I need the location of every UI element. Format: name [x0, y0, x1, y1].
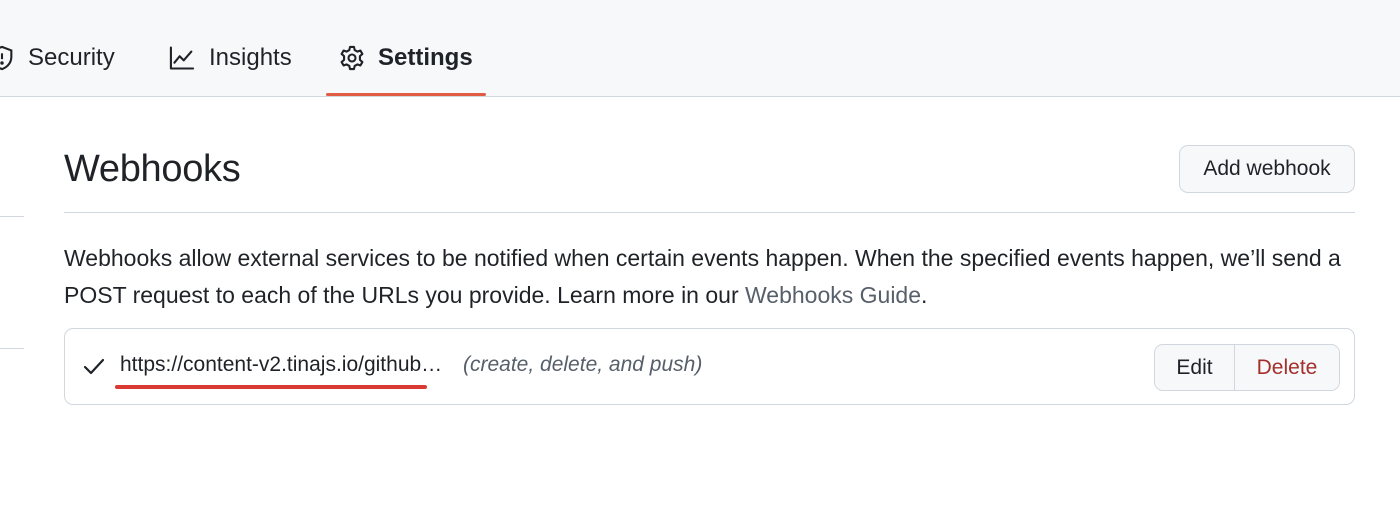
- gear-icon: [338, 44, 366, 72]
- webhook-action-buttons: Edit Delete: [1154, 344, 1340, 391]
- tab-insights-label: Insights: [209, 44, 292, 71]
- webhook-url-link[interactable]: https://content-v2.tinajs.io/github…: [120, 353, 442, 377]
- sidebar-divider: [0, 216, 24, 217]
- tab-security[interactable]: Security: [0, 40, 115, 76]
- active-tab-underline: [326, 93, 486, 96]
- webhook-events: (create, delete, and push): [463, 353, 703, 376]
- graph-icon: [167, 44, 197, 72]
- title-divider: [64, 212, 1355, 213]
- webhooks-guide-link[interactable]: Webhooks Guide: [745, 282, 921, 308]
- tab-settings-label: Settings: [378, 44, 473, 71]
- webhook-list-item: https://content-v2.tinajs.io/github… (cr…: [64, 328, 1355, 405]
- tab-security-label: Security: [28, 44, 115, 71]
- page-title: Webhooks: [64, 148, 241, 190]
- description-end: .: [921, 282, 928, 308]
- webhooks-description: Webhooks allow external services to be n…: [64, 240, 1364, 314]
- tab-settings[interactable]: Settings: [338, 40, 473, 76]
- edit-button[interactable]: Edit: [1155, 345, 1235, 390]
- description-text: Webhooks allow external services to be n…: [64, 245, 1341, 308]
- delete-button[interactable]: Delete: [1235, 345, 1339, 390]
- repo-nav-bar: Security Insights Settings: [0, 0, 1400, 97]
- tab-insights[interactable]: Insights: [167, 40, 292, 76]
- shield-icon: [0, 44, 16, 72]
- add-webhook-button[interactable]: Add webhook: [1179, 145, 1355, 193]
- url-highlight-underline: [115, 385, 427, 389]
- sidebar-divider: [0, 348, 24, 349]
- check-icon: [82, 354, 106, 383]
